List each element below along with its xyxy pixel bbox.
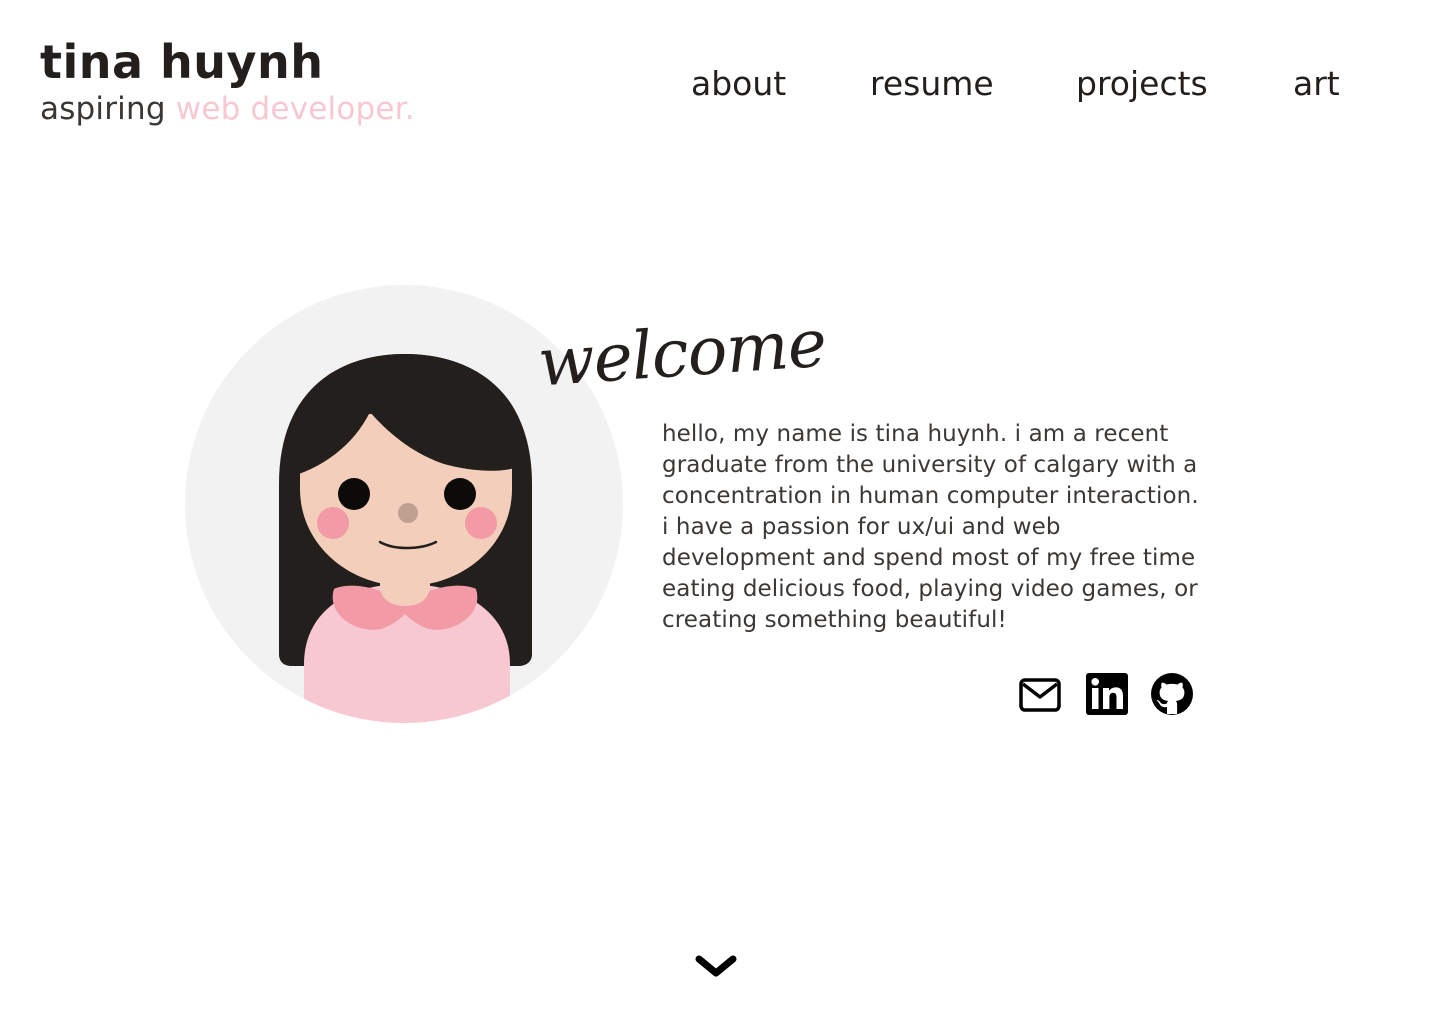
chevron-down-icon[interactable]	[694, 952, 738, 982]
nav-link-about[interactable]: about	[691, 62, 786, 106]
nav-link-projects[interactable]: projects	[1076, 62, 1208, 106]
welcome-heading: welcome	[536, 305, 829, 395]
avatar-cheek-right	[465, 507, 497, 539]
nav-link-art[interactable]: art	[1293, 62, 1340, 106]
bio-paragraph: hello, my name is tina huynh. i am a rec…	[662, 421, 1199, 633]
avatar-eye-left	[338, 478, 370, 510]
envelope-icon[interactable]	[1018, 672, 1062, 716]
welcome-text: welcome	[536, 305, 829, 395]
avatar-cheek-left	[317, 507, 349, 539]
github-icon[interactable]	[1150, 672, 1194, 716]
avatar-eye-right	[444, 478, 476, 510]
avatar-nose	[398, 503, 418, 523]
main-nav: about resume projects art	[0, 62, 1436, 106]
nav-link-resume[interactable]: resume	[870, 62, 994, 106]
linkedin-icon[interactable]	[1085, 672, 1129, 716]
